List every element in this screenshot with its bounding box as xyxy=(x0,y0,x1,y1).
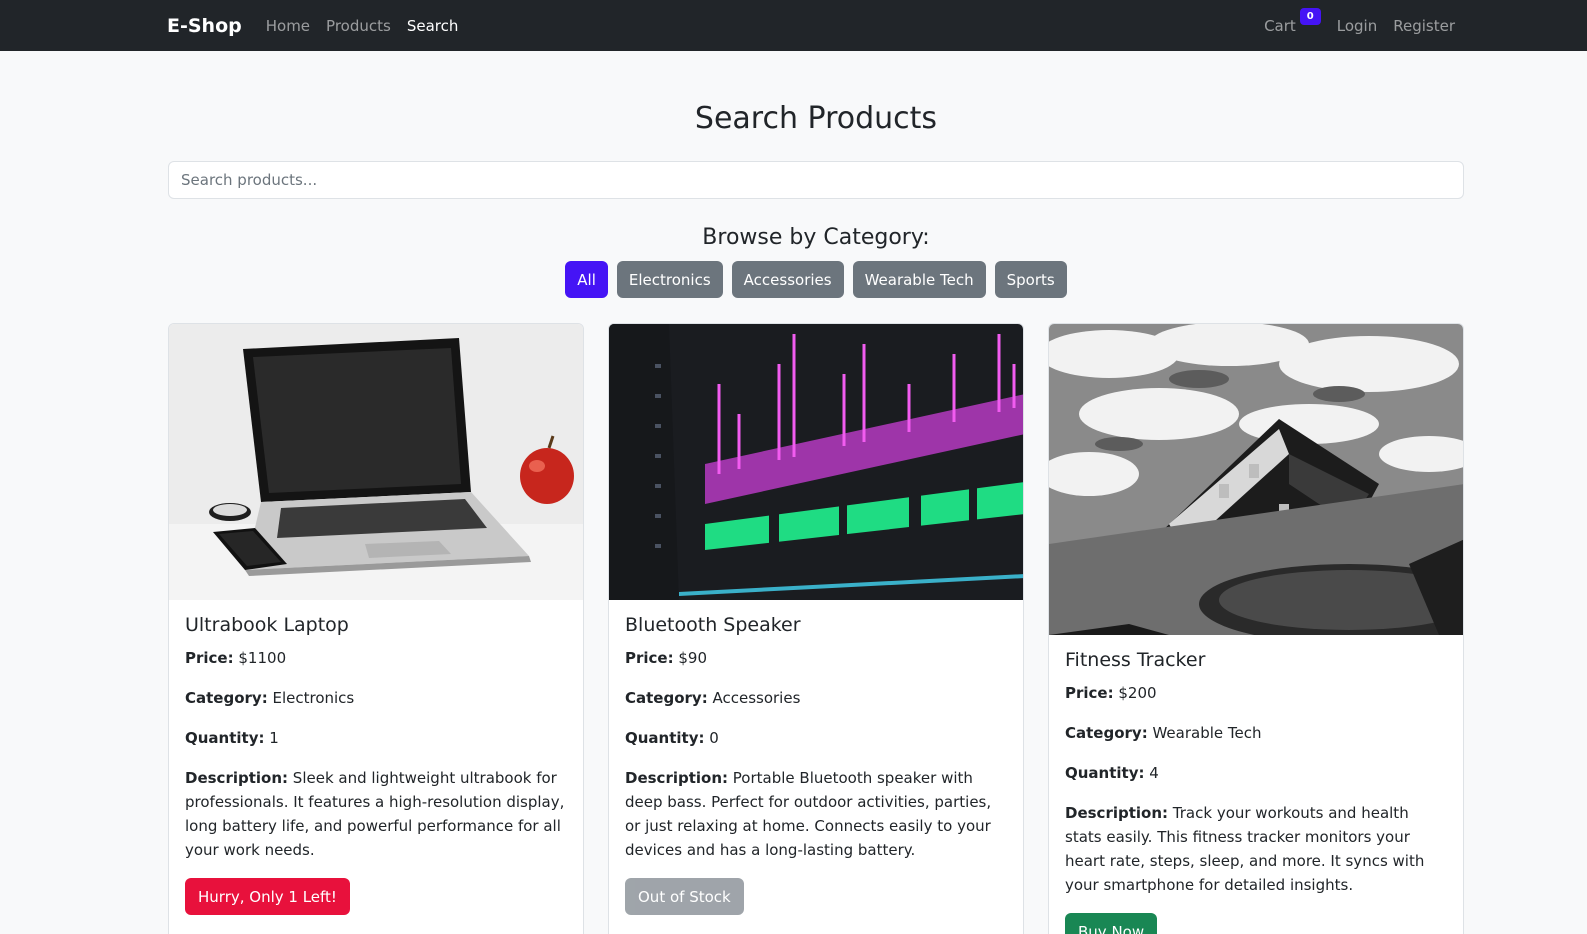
register-link[interactable]: Register xyxy=(1393,17,1455,35)
product-price: Price: $1100 xyxy=(185,649,287,667)
category-button-electronics[interactable]: Electronics xyxy=(616,261,723,298)
product-image-laptop xyxy=(169,324,583,600)
product-quantity: Quantity: 4 xyxy=(1065,764,1159,782)
product-card: Fitness Tracker Price: $200 Category: We… xyxy=(1048,323,1464,934)
nav-link-search[interactable]: Search xyxy=(407,17,459,35)
product-quantity: Quantity: 1 xyxy=(185,729,279,747)
cart-label: Cart xyxy=(1264,16,1296,35)
product-title: Fitness Tracker xyxy=(1065,649,1206,671)
out-of-stock-button[interactable]: Out of Stock xyxy=(625,878,744,915)
product-quantity: Quantity: 0 xyxy=(625,729,719,747)
cart-link[interactable]: Cart 0 xyxy=(1264,7,1321,35)
product-description: Description: Portable Bluetooth speaker … xyxy=(625,769,992,859)
main-content: Search Products Browse by Category: All … xyxy=(168,101,1464,934)
product-grid: Ultrabook Laptop Price: $1100 Category: … xyxy=(168,323,1464,934)
browse-title: Browse by Category: xyxy=(702,225,930,250)
nav-link-products[interactable]: Products xyxy=(326,17,391,35)
search-input[interactable] xyxy=(168,161,1464,199)
product-description: Description: Sleek and lightweight ultra… xyxy=(185,769,565,859)
product-title: Ultrabook Laptop xyxy=(185,614,349,636)
category-filter: All Electronics Accessories Wearable Tec… xyxy=(168,261,1464,298)
navbar: E-Shop Home Products Search Cart 0 Login… xyxy=(0,0,1587,51)
nav-link-home[interactable]: Home xyxy=(266,17,310,35)
cart-count-badge: 0 xyxy=(1299,7,1321,25)
product-image-fitness-tracker xyxy=(1049,324,1463,635)
low-stock-button[interactable]: Hurry, Only 1 Left! xyxy=(185,878,350,915)
product-category: Category: Electronics xyxy=(185,689,355,707)
brand-logo[interactable]: E-Shop xyxy=(167,15,242,37)
product-category: Category: Wearable Tech xyxy=(1065,724,1262,742)
product-title: Bluetooth Speaker xyxy=(625,614,801,636)
product-card: Ultrabook Laptop Price: $1100 Category: … xyxy=(168,323,584,934)
category-button-all[interactable]: All xyxy=(565,261,608,298)
category-button-wearable-tech[interactable]: Wearable Tech xyxy=(852,261,986,298)
page-title: Search Products xyxy=(694,101,938,136)
product-description: Description: Track your workouts and hea… xyxy=(1065,804,1425,894)
product-price: Price: $200 xyxy=(1065,684,1157,702)
product-card: Bluetooth Speaker Price: $90 Category: A… xyxy=(608,323,1024,934)
buy-now-button[interactable]: Buy Now xyxy=(1065,913,1158,934)
login-link[interactable]: Login xyxy=(1337,17,1377,35)
product-category: Category: Accessories xyxy=(625,689,801,707)
product-image-speaker xyxy=(609,324,1023,600)
category-button-accessories[interactable]: Accessories xyxy=(731,261,844,298)
product-price: Price: $90 xyxy=(625,649,708,667)
category-button-sports[interactable]: Sports xyxy=(994,261,1067,298)
